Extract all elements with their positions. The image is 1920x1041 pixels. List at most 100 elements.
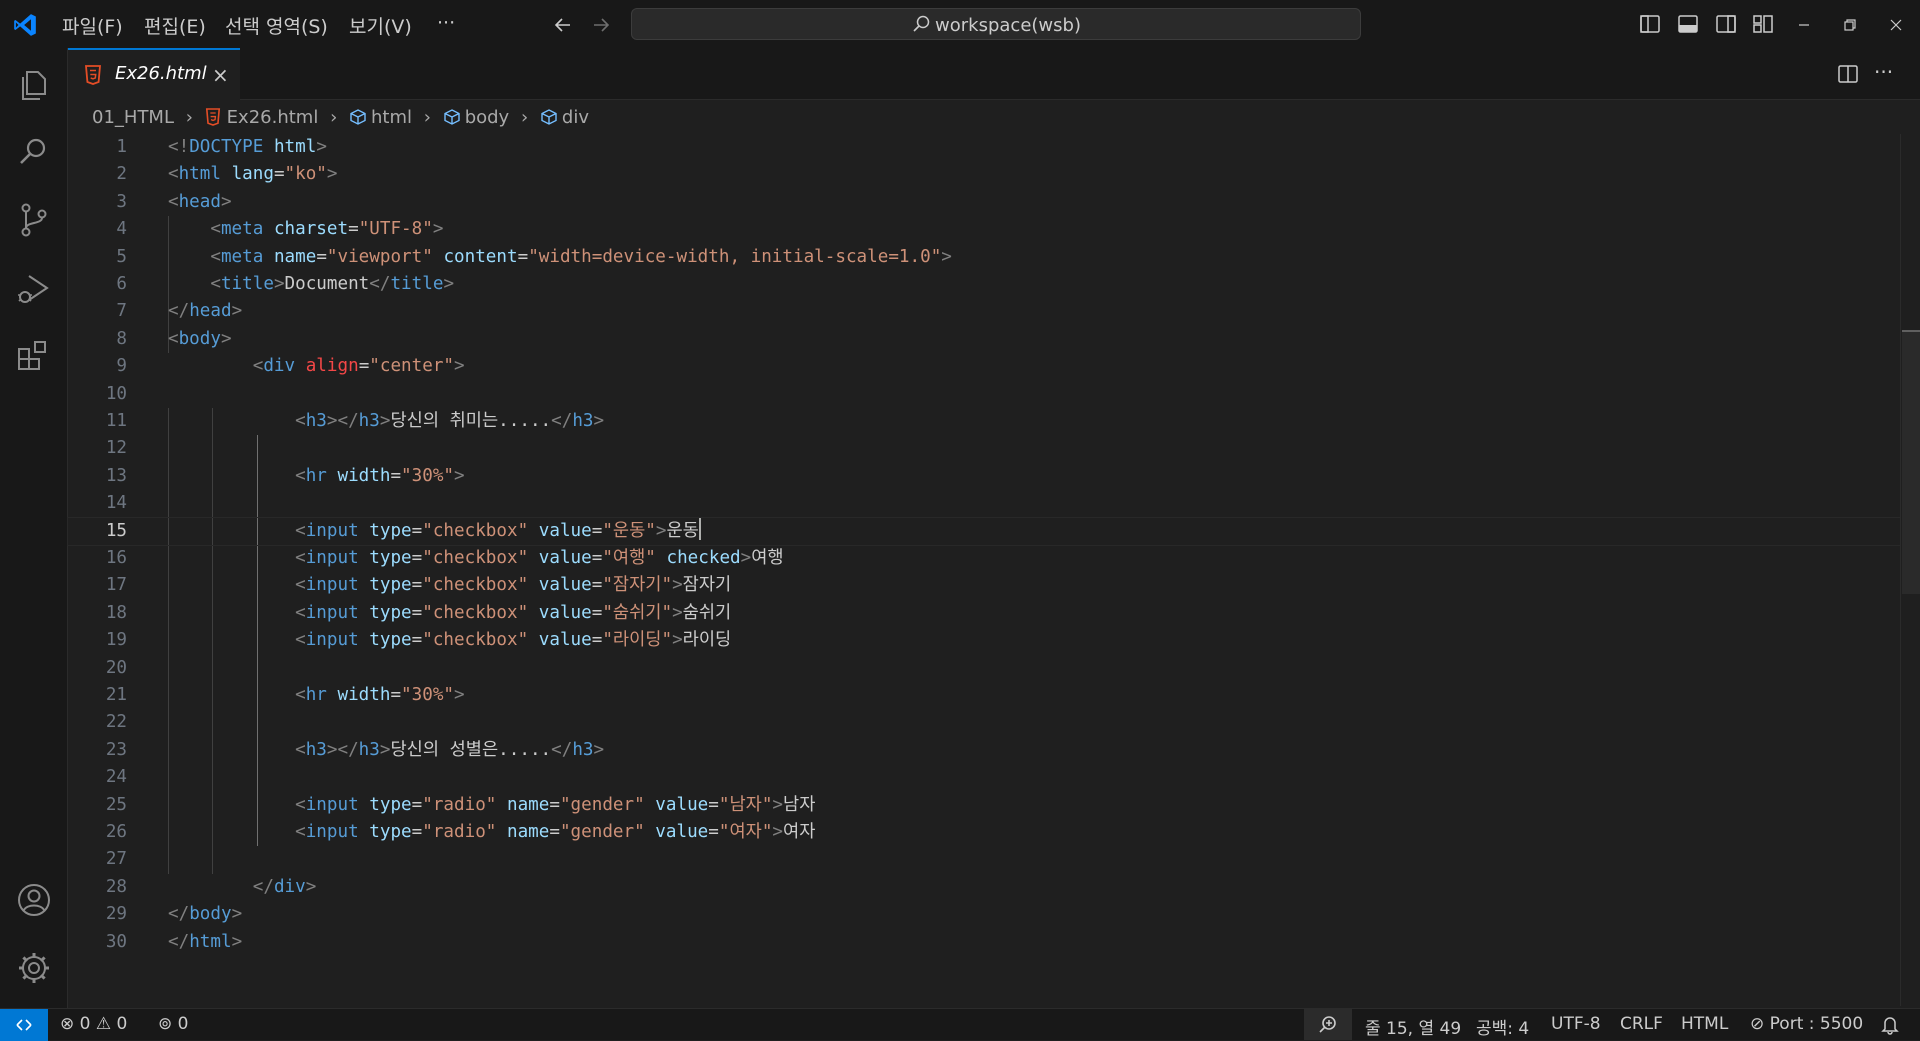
breadcrumb-folder[interactable]: 01_HTML bbox=[92, 107, 174, 128]
line-number[interactable]: 14 bbox=[57, 490, 127, 517]
minimize-icon[interactable] bbox=[1797, 18, 1811, 32]
menu-edit[interactable]: 편집(E) bbox=[144, 12, 206, 39]
line-number[interactable]: 15 bbox=[57, 518, 127, 545]
line-number[interactable]: 1 bbox=[57, 134, 127, 161]
line-number[interactable]: 27 bbox=[57, 846, 127, 873]
line-number[interactable]: 22 bbox=[57, 709, 127, 736]
tab-ex26-html[interactable]: Ex26.html × bbox=[68, 48, 240, 100]
line-number[interactable]: 2 bbox=[57, 161, 127, 188]
line-number[interactable]: 3 bbox=[57, 189, 127, 216]
line-number[interactable]: 11 bbox=[57, 408, 127, 435]
ports-indicator[interactable]: ⊚ 0 bbox=[158, 1014, 188, 1034]
line-number[interactable]: 7 bbox=[57, 298, 127, 325]
code-line[interactable]: 1 <!DOCTYPE html> bbox=[68, 134, 1900, 161]
line-number[interactable]: 20 bbox=[57, 655, 127, 682]
line-number[interactable]: 16 bbox=[57, 545, 127, 572]
line-number[interactable]: 12 bbox=[57, 435, 127, 462]
code-line[interactable]: 14 bbox=[68, 490, 1900, 517]
line-number[interactable]: 30 bbox=[57, 929, 127, 956]
code-line[interactable]: 28 </div> bbox=[68, 874, 1900, 901]
code-line[interactable]: 7 </head> bbox=[68, 298, 1900, 325]
line-number[interactable]: 10 bbox=[57, 381, 127, 408]
code-line[interactable]: 4 <meta charset="UTF-8"> bbox=[68, 216, 1900, 243]
line-number[interactable]: 17 bbox=[57, 572, 127, 599]
language-mode[interactable]: HTML bbox=[1681, 1014, 1728, 1034]
restore-icon[interactable] bbox=[1843, 18, 1857, 32]
breadcrumb-div[interactable]: div bbox=[562, 107, 589, 128]
notifications-bell-icon[interactable] bbox=[1881, 1015, 1899, 1035]
code-line[interactable]: 8 <body> bbox=[68, 326, 1900, 353]
code-line[interactable]: 21 <hr width="30%"> bbox=[68, 682, 1900, 709]
source-control-icon[interactable] bbox=[14, 200, 54, 240]
code-line[interactable]: 10 bbox=[68, 381, 1900, 408]
accounts-icon[interactable] bbox=[14, 880, 54, 920]
toggle-panel-icon[interactable] bbox=[1677, 13, 1699, 35]
customize-layout-icon[interactable] bbox=[1752, 13, 1774, 35]
menu-view[interactable]: 보기(V) bbox=[349, 12, 412, 39]
breadcrumb-html[interactable]: html bbox=[371, 107, 412, 128]
cursor-position[interactable]: 줄 15, 열 49 bbox=[1365, 1014, 1461, 1039]
line-number[interactable]: 24 bbox=[57, 764, 127, 791]
code-line[interactable]: 19 <input type="checkbox" value="라이딩">라이… bbox=[68, 627, 1900, 654]
menu-file[interactable]: 파일(F) bbox=[62, 12, 123, 39]
explorer-icon[interactable] bbox=[14, 64, 54, 104]
problems-indicator[interactable]: ⊗ 0 ⚠ 0 bbox=[60, 1014, 127, 1034]
code-line[interactable]: 24 bbox=[68, 764, 1900, 791]
close-window-icon[interactable] bbox=[1889, 18, 1903, 32]
zoom-button[interactable] bbox=[1304, 1009, 1352, 1040]
line-number[interactable]: 25 bbox=[57, 792, 127, 819]
line-number[interactable]: 4 bbox=[57, 216, 127, 243]
indentation-setting[interactable]: 공백: 4 bbox=[1476, 1014, 1529, 1039]
code-line[interactable]: 3 <head> bbox=[68, 189, 1900, 216]
code-line[interactable]: 16 <input type="checkbox" value="여행" che… bbox=[68, 545, 1900, 572]
line-number[interactable]: 5 bbox=[57, 244, 127, 271]
line-number[interactable]: 13 bbox=[57, 463, 127, 490]
code-line[interactable]: 26 <input type="radio" name="gender" val… bbox=[68, 819, 1900, 846]
breadcrumb-file[interactable]: Ex26.html bbox=[227, 107, 319, 128]
vertical-scrollbar-thumb[interactable] bbox=[1902, 330, 1920, 594]
extensions-icon[interactable] bbox=[14, 336, 54, 376]
toggle-secondary-sidebar-icon[interactable] bbox=[1715, 13, 1737, 35]
code-line[interactable]: 22 bbox=[68, 709, 1900, 736]
code-line[interactable]: 23 <h3></h3>당신의 성별은.....</h3> bbox=[68, 737, 1900, 764]
code-line[interactable]: 6 <title>Document</title> bbox=[68, 271, 1900, 298]
split-editor-icon[interactable] bbox=[1837, 63, 1859, 85]
code-line[interactable]: 11 <h3></h3>당신의 취미는.....</h3> bbox=[68, 408, 1900, 435]
toggle-primary-sidebar-icon[interactable] bbox=[1639, 13, 1661, 35]
line-number[interactable]: 19 bbox=[57, 627, 127, 654]
back-arrow-icon[interactable] bbox=[552, 14, 574, 36]
eol-setting[interactable]: CRLF bbox=[1620, 1014, 1663, 1034]
run-and-debug-icon[interactable] bbox=[14, 268, 54, 308]
settings-gear-icon[interactable] bbox=[14, 948, 54, 988]
menu-selection[interactable]: 선택 영역(S) bbox=[225, 12, 328, 39]
code-line[interactable]: 17 <input type="checkbox" value="잠자기">잠자… bbox=[68, 572, 1900, 599]
code-line[interactable]: 13 <hr width="30%"> bbox=[68, 463, 1900, 490]
line-number[interactable]: 23 bbox=[57, 737, 127, 764]
remote-indicator-button[interactable] bbox=[0, 1009, 48, 1041]
code-line[interactable]: 12 bbox=[68, 435, 1900, 462]
code-line[interactable]: 2 <html lang="ko"> bbox=[68, 161, 1900, 188]
code-line[interactable]: 5 <meta name="viewport" content="width=d… bbox=[68, 244, 1900, 271]
close-tab-icon[interactable]: × bbox=[212, 63, 229, 87]
line-number[interactable]: 26 bbox=[57, 819, 127, 846]
line-number[interactable]: 21 bbox=[57, 682, 127, 709]
line-number[interactable]: 9 bbox=[57, 353, 127, 380]
code-line[interactable]: 9 <div align="center"> bbox=[68, 353, 1900, 380]
code-editor[interactable]: 1 <!DOCTYPE html> 2 <html lang="ko"> 3 <head>… bbox=[67, 134, 1901, 1006]
line-number[interactable]: 18 bbox=[57, 600, 127, 627]
code-line[interactable]: 27 bbox=[68, 846, 1900, 873]
code-line[interactable]: 30 </html> bbox=[68, 929, 1900, 956]
line-number[interactable]: 8 bbox=[57, 326, 127, 353]
line-number[interactable]: 28 bbox=[57, 874, 127, 901]
code-line[interactable]: 25 <input type="radio" name="gender" val… bbox=[68, 792, 1900, 819]
forward-arrow-icon[interactable] bbox=[590, 14, 612, 36]
command-center-search[interactable]: workspace(wsb) bbox=[631, 8, 1361, 40]
line-number[interactable]: 6 bbox=[57, 271, 127, 298]
code-line[interactable]: 29 </body> bbox=[68, 901, 1900, 928]
more-actions-icon[interactable]: ··· bbox=[1874, 60, 1893, 84]
code-line[interactable]: 15 <input type="checkbox" value="운동">운동 bbox=[67, 516, 1901, 546]
more-menu-button[interactable]: ··· bbox=[437, 12, 455, 34]
code-line[interactable]: 18 <input type="checkbox" value="숨쉬기">숨쉬… bbox=[68, 600, 1900, 627]
search-icon[interactable] bbox=[14, 132, 54, 172]
live-server-port[interactable]: ⊘ Port : 5500 bbox=[1750, 1014, 1863, 1034]
